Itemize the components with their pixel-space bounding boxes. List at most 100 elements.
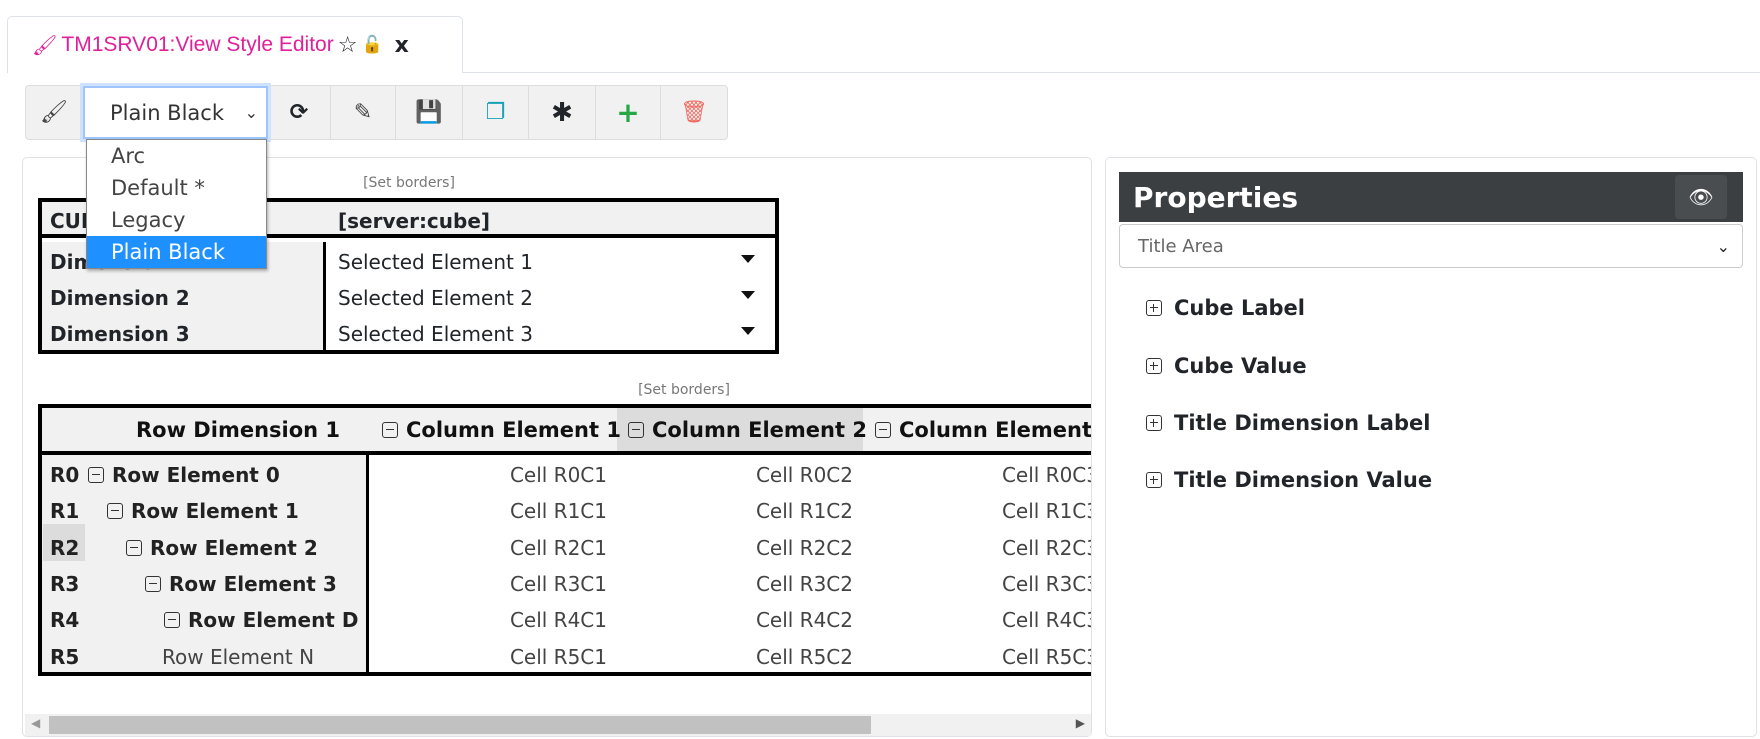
dimension-value[interactable]: Selected Element 3 (338, 322, 533, 346)
grid-cell[interactable]: Cell R1C3 (1002, 499, 1091, 523)
unlock-icon[interactable]: 🔓 (361, 35, 382, 55)
column-header[interactable]: Column Element 2 (628, 418, 867, 442)
plus-icon: + (616, 96, 640, 129)
row-id[interactable]: R2 (50, 536, 79, 560)
collapse-icon[interactable] (88, 467, 104, 483)
copy-icon: ❐ (485, 100, 506, 125)
scroll-left-icon[interactable]: ◀ (31, 716, 40, 730)
star-icon[interactable]: ☆ (338, 33, 358, 58)
grid-cell[interactable]: Cell R3C3 (1002, 572, 1091, 596)
horizontal-scrollbar[interactable]: ◀ ▶ (25, 714, 1091, 736)
refresh-icon: ⟳ (289, 100, 309, 125)
property-cube-value[interactable]: Cube Value (1146, 354, 1307, 378)
expand-icon[interactable] (1146, 415, 1162, 431)
save-icon: 💾 (415, 100, 443, 125)
properties-area-select[interactable]: Title Area ⌄ (1119, 224, 1743, 268)
grid-cell[interactable]: Cell R2C3 (1002, 536, 1091, 560)
row-element[interactable]: Row Element 0 (88, 463, 280, 487)
row-element[interactable]: Row Element 1 (107, 499, 299, 523)
caret-down-icon[interactable] (741, 327, 755, 335)
tab-view-style-editor[interactable]: 🖌 TM1SRV01:View Style Editor ☆ 🔓 x (7, 16, 463, 73)
row-dimension-header[interactable]: Row Dimension 1 (136, 418, 340, 442)
grid-cell[interactable]: Cell R0C1 (510, 463, 607, 487)
grid-cell[interactable]: Cell R3C1 (510, 572, 607, 596)
copy-button[interactable]: ❐ (463, 86, 529, 139)
style-option-plain-black[interactable]: Plain Black (87, 236, 266, 268)
grid-row: R3 Row Element 3 Cell R3C1 Cell R3C2 Cell R3… (42, 572, 1091, 602)
property-title-dimension-label[interactable]: Title Dimension Label (1146, 411, 1430, 435)
grid-cell[interactable]: Cell R3C2 (756, 572, 853, 596)
save-button[interactable]: 💾 (396, 86, 463, 139)
row-element[interactable]: Row Element 2 (126, 536, 318, 560)
eye-icon: 👁 (1688, 185, 1714, 209)
toolbar: 🖌 Plain Black ⌄ ⟳ ✎ 💾 ❐ ✱ + 🗑 (25, 85, 728, 140)
paintbrush-icon: 🖌 (40, 100, 68, 125)
collapse-icon[interactable] (164, 612, 180, 629)
dimension-label[interactable]: Dimension 2 (50, 286, 190, 310)
close-tab-button[interactable]: x (395, 33, 409, 58)
row-element[interactable]: Row Element N (162, 645, 314, 669)
grid-row: R0 Row Element 0 Cell R0C1 Cell R0C2 Cell R0… (42, 463, 1091, 493)
caret-down-icon[interactable] (741, 291, 755, 299)
property-cube-label[interactable]: Cube Label (1146, 296, 1305, 320)
grid-cell[interactable]: Cell R5C1 (510, 645, 607, 669)
grid-cell[interactable]: Cell R4C2 (756, 608, 853, 632)
set-borders-title[interactable]: [Set borders] (363, 175, 455, 191)
expand-icon[interactable] (1146, 300, 1162, 316)
row-id[interactable]: R1 (50, 499, 79, 523)
edit-button[interactable]: ✎ (331, 86, 396, 139)
collapse-icon[interactable] (628, 422, 644, 438)
style-option-default[interactable]: Default * (87, 172, 266, 204)
properties-title: Properties (1133, 181, 1299, 214)
collapse-icon[interactable] (107, 503, 123, 520)
properties-header: Properties 👁 (1119, 172, 1743, 222)
brush-button[interactable]: 🖌 (26, 86, 83, 139)
scroll-right-icon[interactable]: ▶ (1076, 716, 1085, 730)
add-button[interactable]: + (596, 86, 661, 139)
dimension-value[interactable]: Selected Element 1 (338, 250, 533, 274)
grid-cell[interactable]: Cell R2C2 (756, 536, 853, 560)
grid-cell[interactable]: Cell R0C3 (1002, 463, 1091, 487)
dimension-value[interactable]: Selected Element 2 (338, 286, 533, 310)
caret-down-icon[interactable] (741, 255, 755, 263)
collapse-icon[interactable] (126, 539, 142, 556)
property-title-dimension-value[interactable]: Title Dimension Value (1146, 468, 1432, 492)
collapse-icon[interactable] (145, 575, 161, 592)
row-id[interactable]: R5 (50, 645, 79, 669)
column-header[interactable]: Column Element 3 (875, 418, 1091, 442)
style-select-value: Plain Black (110, 100, 225, 125)
scrollbar-thumb[interactable] (49, 716, 871, 734)
grid-cell[interactable]: Cell R1C2 (756, 499, 853, 523)
style-option-legacy[interactable]: Legacy (87, 204, 266, 236)
grid-cell[interactable]: Cell R5C3 (1002, 645, 1091, 669)
collapse-icon[interactable] (875, 422, 891, 438)
row-id[interactable]: R3 (50, 572, 79, 596)
grid-cell[interactable]: Cell R2C1 (510, 536, 607, 560)
grid-viewport: Row Dimension 1 Column Element 1 Column … (38, 404, 1091, 676)
delete-button[interactable]: 🗑 (661, 86, 727, 139)
dimension-label[interactable]: Dimension 3 (50, 322, 190, 346)
style-select[interactable]: Plain Black ⌄ (83, 86, 268, 139)
row-id[interactable]: R0 (50, 463, 79, 487)
tab-strip-line (462, 72, 1760, 73)
expand-icon[interactable] (1146, 472, 1162, 488)
refresh-button[interactable]: ⟳ (268, 86, 331, 139)
grid-cell[interactable]: Cell R1C1 (510, 499, 607, 523)
row-id[interactable]: R4 (50, 608, 79, 632)
preview-toggle-button[interactable]: 👁 (1675, 175, 1727, 219)
style-dropdown-list: Arc Default * Legacy Plain Black (86, 139, 267, 269)
collapse-icon[interactable] (382, 422, 398, 438)
set-borders-grid[interactable]: [Set borders] (638, 382, 730, 398)
grid-cell[interactable]: Cell R0C2 (756, 463, 853, 487)
row-element[interactable]: Row Element D (164, 608, 358, 632)
column-header[interactable]: Column Element 1 (382, 418, 621, 442)
style-option-arc[interactable]: Arc (87, 140, 266, 172)
row-element[interactable]: Row Element 3 (145, 572, 337, 596)
grid-cell[interactable]: Cell R4C3 (1002, 608, 1091, 632)
cube-value[interactable]: [server:cube] (338, 209, 490, 233)
chevron-down-icon: ⌄ (244, 103, 258, 122)
asterisk-button[interactable]: ✱ (529, 86, 596, 139)
grid-cell[interactable]: Cell R4C1 (510, 608, 607, 632)
expand-icon[interactable] (1146, 358, 1162, 374)
grid-cell[interactable]: Cell R5C2 (756, 645, 853, 669)
